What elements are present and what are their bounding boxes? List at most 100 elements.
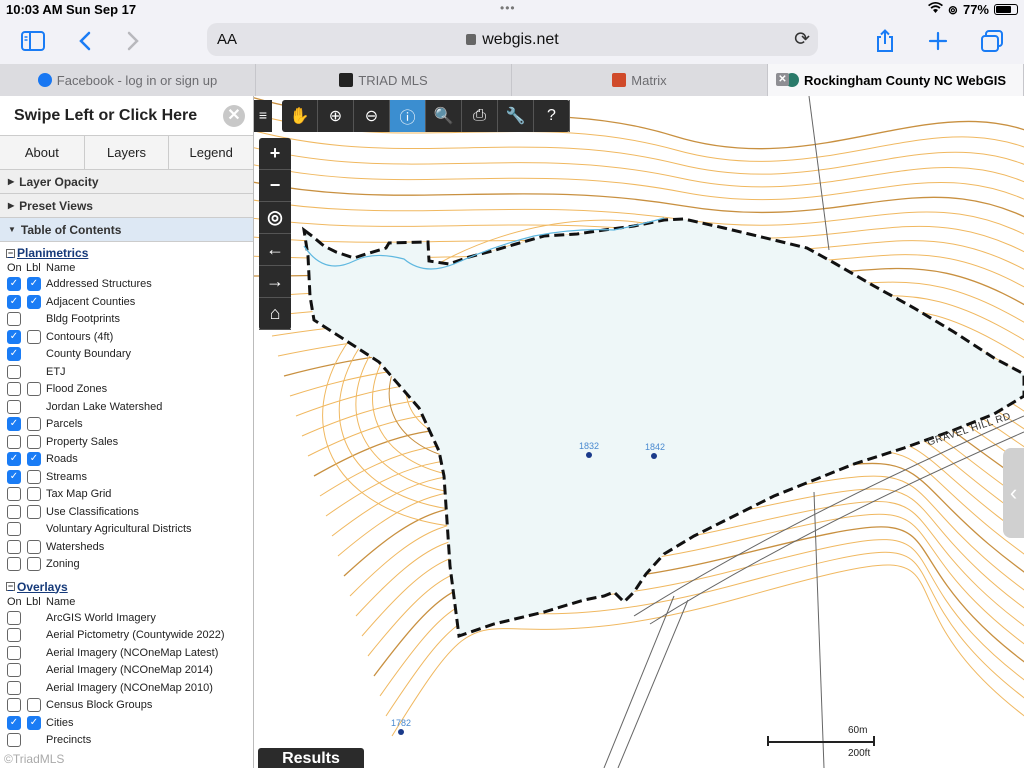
layer-on-checkbox[interactable] (7, 364, 21, 379)
layer-label-checkbox[interactable] (27, 557, 41, 571)
layer-on-checkbox[interactable] (7, 329, 21, 344)
map-canvas[interactable]: ≡ ✋ ⊕ ⊖ ⓘ 🔍 ⎙ 🔧? + − ◎ ← → ⌂ 1832 1842 1782 GRAVEL … (254, 96, 1024, 768)
layer-name: Aerial Pictometry (Countywide 2022) (46, 629, 225, 641)
layer-label-checkbox[interactable] (27, 417, 41, 431)
layer-on-checkbox[interactable] (7, 434, 21, 449)
address-bar[interactable]: AA webgis.net ⟳ (207, 23, 818, 56)
locate-icon[interactable]: ◎ (259, 202, 291, 234)
layer-on-checkbox[interactable] (7, 715, 21, 730)
close-panel-icon[interactable]: ✕ (223, 105, 245, 127)
layer-on-checkbox[interactable] (7, 663, 21, 677)
layer-label-checkbox[interactable] (27, 294, 41, 309)
back-icon[interactable] (68, 24, 102, 58)
layer-label-checkbox[interactable] (27, 698, 41, 712)
scale-bar (767, 736, 875, 746)
planimetrics-header[interactable]: − Planimetrics (0, 246, 253, 260)
layer-on-checkbox[interactable] (7, 522, 21, 536)
chevron-left-icon[interactable]: ‹ (1003, 448, 1024, 538)
layer-row-cities: Cities (0, 715, 253, 733)
sidebar-icon[interactable] (16, 24, 50, 58)
layer-on-checkbox[interactable] (7, 347, 21, 361)
layer-label-checkbox[interactable] (27, 329, 41, 344)
layer-label-checkbox[interactable] (27, 277, 41, 291)
collapse-icon[interactable]: − (6, 582, 15, 591)
layer-name: Aerial Imagery (NCOneMap 2014) (46, 664, 213, 676)
accordion-layer-opacity[interactable]: ▶ Layer Opacity (0, 170, 253, 194)
next-extent-icon[interactable]: → (259, 266, 291, 298)
overlays-column-headers: On Lbl Name (7, 595, 76, 608)
tab-triad-mls[interactable]: TRIAD MLS (256, 64, 512, 96)
overlays-header[interactable]: − Overlays (0, 580, 253, 594)
layer-on-checkbox[interactable] (7, 557, 21, 571)
layer-on-checkbox[interactable] (7, 469, 21, 484)
tab-legend[interactable]: Legend (169, 136, 253, 169)
layer-on-checkbox[interactable] (7, 417, 21, 431)
layer-on-checkbox[interactable] (7, 452, 21, 466)
planimetrics-column-headers: On Lbl Name (7, 262, 76, 274)
layer-on-checkbox[interactable] (7, 610, 21, 625)
layer-label-checkbox[interactable] (27, 539, 41, 554)
layer-on-checkbox[interactable] (7, 628, 21, 642)
layer-name: Parcels (46, 418, 83, 430)
triangle-right-icon: ▶ (8, 177, 15, 186)
layer-on-checkbox[interactable] (7, 539, 21, 554)
zoom-out-minus-icon[interactable]: − (259, 170, 291, 202)
layer-label-checkbox[interactable] (27, 487, 41, 501)
layer-on-checkbox[interactable] (7, 680, 21, 695)
previous-extent-icon[interactable]: ← (259, 234, 291, 266)
tab-facebook[interactable]: Facebook - log in or sign up (0, 64, 256, 96)
accordion-preset-views[interactable]: ▶ Preset Views (0, 194, 253, 218)
collapse-icon[interactable]: − (6, 248, 15, 258)
map-drawing[interactable] (254, 96, 1024, 768)
tools-icon[interactable]: 🔧 (498, 100, 534, 132)
layer-label-checkbox[interactable] (27, 469, 41, 484)
panel-title[interactable]: Swipe Left or Click Here (14, 107, 197, 125)
layer-on-checkbox[interactable] (7, 312, 21, 326)
layer-on-checkbox[interactable] (7, 294, 21, 309)
layer-on-checkbox[interactable] (7, 645, 21, 660)
zoom-in-plus-icon[interactable]: + (259, 138, 291, 170)
layer-on-checkbox[interactable] (7, 382, 21, 396)
layer-label-checkbox[interactable] (27, 382, 41, 396)
layer-on-checkbox[interactable] (7, 733, 21, 747)
layer-on-checkbox[interactable] (7, 698, 21, 712)
reload-icon[interactable]: ⟳ (794, 28, 810, 51)
status-date: Sun Sep 17 (66, 2, 137, 17)
tab-layers[interactable]: Layers (85, 136, 170, 169)
layer-row-contours-4ft: Contours (4ft) (0, 329, 253, 347)
new-tab-icon[interactable] (921, 24, 955, 58)
layer-on-checkbox[interactable] (7, 277, 21, 291)
forward-icon[interactable] (116, 24, 150, 58)
help-icon[interactable]: ? (534, 100, 570, 132)
tabs-overview-icon[interactable] (975, 24, 1009, 58)
search-icon[interactable]: 🔍 (426, 100, 462, 132)
tab-rockingham-webgis[interactable]: ✕ Rockingham County NC WebGIS (768, 64, 1024, 96)
pan-icon[interactable]: ✋ (282, 100, 318, 132)
share-icon[interactable] (868, 24, 902, 58)
menu-icon[interactable]: ≡ (254, 100, 272, 132)
results-button[interactable]: Results (258, 748, 364, 768)
print-icon[interactable]: ⎙ (462, 100, 498, 132)
multitask-dots[interactable]: ••• (500, 1, 516, 15)
scale-label-meters: 60m (848, 725, 868, 736)
panel-header[interactable]: Swipe Left or Click Here ✕ (0, 96, 253, 136)
layer-on-checkbox[interactable] (7, 487, 21, 501)
watermark: ©TriadMLS (4, 752, 65, 766)
parcel-line-north (808, 96, 830, 251)
accordion-table-of-contents[interactable]: ▼ Table of Contents (0, 218, 253, 242)
layer-on-checkbox[interactable] (7, 504, 21, 519)
triad-mls-icon (339, 73, 354, 87)
tab-matrix[interactable]: Matrix (512, 64, 768, 96)
layer-on-checkbox[interactable] (7, 399, 21, 414)
layer-label-checkbox[interactable] (27, 452, 41, 466)
tab-about[interactable]: About (0, 136, 85, 169)
zoom-in-icon[interactable]: ⊕ (318, 100, 354, 132)
zoom-out-icon[interactable]: ⊖ (354, 100, 390, 132)
home-icon[interactable]: ⌂ (259, 298, 291, 330)
close-tab-icon[interactable]: ✕ (776, 73, 789, 86)
layer-label-checkbox[interactable] (27, 504, 41, 519)
layer-label-checkbox[interactable] (27, 434, 41, 449)
layer-label-checkbox[interactable] (27, 715, 41, 730)
layer-name: Adjacent Counties (46, 295, 136, 308)
identify-icon[interactable]: ⓘ (390, 100, 426, 132)
